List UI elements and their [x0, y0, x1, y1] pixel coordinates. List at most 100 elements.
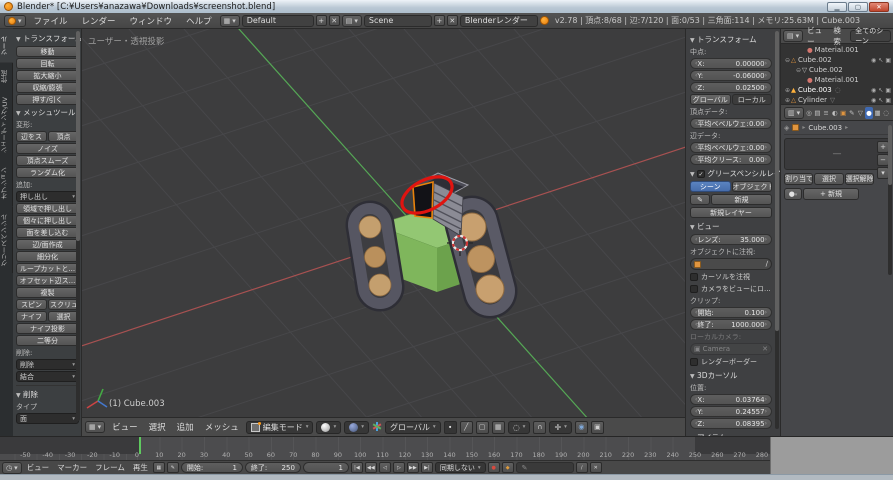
timeline-menu-frame[interactable]: フレーム: [92, 462, 128, 473]
jump-prev-keyframe-button[interactable]: ◀◀: [365, 462, 377, 473]
render-border-checkbox[interactable]: [690, 358, 698, 366]
shading-dropdown[interactable]: ▾: [316, 421, 341, 434]
eye-icon[interactable]: ◉: [871, 97, 876, 104]
cursor-y-field[interactable]: ‹Y:0.24557›: [690, 406, 772, 417]
tab-render-layers[interactable]: ▤: [814, 107, 822, 119]
extrude-individual-button[interactable]: 個々に押し出し: [16, 215, 79, 226]
current-frame-field[interactable]: 1: [303, 462, 349, 473]
duplicate-button[interactable]: 複製: [16, 287, 79, 298]
face-select-mode-button[interactable]: ▢: [476, 421, 489, 434]
opengl-render-anim-button[interactable]: ▣: [591, 421, 604, 434]
select-button[interactable]: 選択: [814, 173, 843, 185]
mean-bevel-weight-edge-field[interactable]: ‹平均ベベルウェ:0.00›: [690, 142, 772, 153]
limit-visible-button[interactable]: ▦: [492, 421, 505, 434]
scale-button[interactable]: 拡大縮小: [16, 70, 79, 81]
keying-set-field[interactable]: ✎: [516, 462, 574, 473]
median-y-field[interactable]: ‹Y:-0.06000›: [690, 70, 772, 81]
tab-data[interactable]: ▽: [857, 107, 865, 119]
snap-element-dropdown[interactable]: ✛▾: [549, 421, 571, 434]
minimize-button[interactable]: ▁: [827, 2, 847, 12]
editor-type-info[interactable]: ▾: [4, 15, 26, 27]
snap-magnet-button[interactable]: ∩: [533, 421, 546, 434]
global-toggle[interactable]: グローバル: [690, 94, 731, 105]
outliner-row-mesh[interactable]: ⊖▽Cube.002: [783, 65, 891, 75]
tab-render[interactable]: ◎: [805, 107, 813, 119]
menu-window[interactable]: ウィンドウ: [124, 15, 179, 27]
editor-type-3dview[interactable]: ▦▾: [85, 421, 105, 433]
translate-button[interactable]: 移動: [16, 46, 79, 57]
render-restrict-icon[interactable]: ▣: [885, 97, 891, 104]
jump-next-keyframe-button[interactable]: ▶▶: [407, 462, 419, 473]
tab-create[interactable]: 作成: [0, 63, 13, 90]
lock-cursor-checkbox[interactable]: [690, 273, 698, 281]
frame-end-field[interactable]: 終了:250: [245, 462, 301, 473]
gpencil-scene-toggle[interactable]: シーン: [690, 181, 731, 192]
redo-panel-header[interactable]: ▼ 削除: [16, 389, 79, 400]
clip-start-field[interactable]: ‹開始:0.100›: [690, 307, 772, 318]
menu-add[interactable]: 追加: [173, 421, 198, 433]
opengl-render-button[interactable]: ◉: [575, 421, 588, 434]
mean-bevel-weight-vertex-field[interactable]: ‹平均ベベルウェ:0.00›: [690, 118, 772, 129]
expand-icon[interactable]: ⊖: [785, 57, 790, 64]
delete-dropdown[interactable]: 削除▾: [16, 359, 79, 370]
outliner-menu-search[interactable]: 検索: [830, 25, 849, 47]
sync-dropdown[interactable]: 同期しない▾: [435, 462, 486, 473]
browse-material-dropdown[interactable]: ●▾: [784, 188, 802, 200]
outliner-row-material[interactable]: ●Material.001: [783, 45, 891, 55]
lens-field[interactable]: ‹レンズ:35.000›: [690, 234, 772, 245]
push-pull-button[interactable]: 押す/引く: [16, 94, 79, 105]
gpencil-data-dropdown[interactable]: ✎: [690, 194, 710, 205]
np-item-header[interactable]: ▼ アイテム: [690, 432, 772, 436]
gpencil-object-toggle[interactable]: オブジェクト: [732, 181, 773, 192]
outliner-row-object-active[interactable]: ⊕▲Cube.003◌◉↖▣: [783, 85, 891, 95]
randomize-button[interactable]: ランダム化: [16, 167, 79, 178]
jump-to-end-button[interactable]: ▶|: [421, 462, 433, 473]
median-x-field[interactable]: ‹X:0.00000›: [690, 58, 772, 69]
cursor-z-field[interactable]: ‹Z:0.08395›: [690, 418, 772, 429]
outliner-filter-dropdown[interactable]: 全てのシーン: [850, 30, 891, 42]
gpencil-checkbox[interactable]: ✓: [697, 170, 705, 178]
title-bar[interactable]: Blender* [C:¥Users¥anazawa¥Downloads¥scr…: [0, 0, 893, 13]
expand-icon[interactable]: ⊕: [785, 97, 790, 104]
layout-delete-button[interactable]: ✕: [329, 15, 340, 26]
mean-crease-field[interactable]: ‹平均クリース:0.00›: [690, 154, 772, 165]
expand-icon[interactable]: ⊕: [785, 87, 790, 94]
scene-add-button[interactable]: +: [434, 15, 445, 26]
outliner-menu-view[interactable]: ビュー: [804, 25, 829, 47]
gpencil-new-layer-button[interactable]: 新規レイヤー: [690, 207, 772, 218]
vertex-select-mode-button[interactable]: ∙: [444, 421, 457, 434]
render-restrict-icon[interactable]: ▣: [885, 57, 891, 64]
play-button[interactable]: ▷: [393, 462, 405, 473]
use-preview-range-button[interactable]: ▦: [153, 462, 165, 473]
material-slot-list[interactable]: —: [784, 138, 890, 170]
auto-keyframe-button[interactable]: ●: [488, 462, 500, 473]
screen-layout-icon[interactable]: ▦▾: [220, 15, 240, 27]
lock-camera-checkbox[interactable]: [690, 285, 698, 293]
select-arrow-icon[interactable]: ↖: [878, 57, 883, 64]
render-engine-select[interactable]: Blenderレンダー: [460, 15, 538, 27]
jump-to-start-button[interactable]: |◀: [351, 462, 363, 473]
orientation-dropdown[interactable]: グローバル▾: [385, 421, 441, 434]
screen-layout-select[interactable]: Default: [242, 15, 314, 27]
tab-world[interactable]: ◐: [831, 107, 839, 119]
shrink-fatten-button[interactable]: 収縮/膨張: [16, 82, 79, 93]
local-toggle[interactable]: ローカル: [732, 94, 773, 105]
merge-dropdown[interactable]: 結合▾: [16, 371, 79, 382]
outliner-row-object[interactable]: ⊖△Cube.002◉↖▣: [783, 55, 891, 65]
np-transform-header[interactable]: ▼ トランスフォーム: [690, 34, 772, 45]
edge-slide-button[interactable]: 辺をス: [16, 131, 47, 142]
vertex-slide-button[interactable]: 頂点: [48, 131, 79, 142]
select-arrow-icon[interactable]: ↖: [878, 87, 883, 94]
eyedropper-icon[interactable]: ∕: [766, 260, 768, 268]
timeline-menu-marker[interactable]: マーカー: [54, 462, 90, 473]
eye-icon[interactable]: ◉: [871, 57, 876, 64]
subdivide-button[interactable]: 細分化: [16, 251, 79, 262]
tab-texture[interactable]: ▦: [874, 107, 882, 119]
timeline-menu-view[interactable]: ビュー: [24, 462, 53, 473]
menu-mesh[interactable]: メッシュ: [201, 421, 243, 433]
knife-button[interactable]: ナイフ: [16, 311, 47, 322]
maximize-button[interactable]: ▢: [848, 2, 868, 12]
new-material-button[interactable]: + 新規: [803, 188, 859, 200]
lock-range-button[interactable]: ✎: [167, 462, 179, 473]
editor-type-outliner[interactable]: ▤▾: [783, 30, 803, 42]
